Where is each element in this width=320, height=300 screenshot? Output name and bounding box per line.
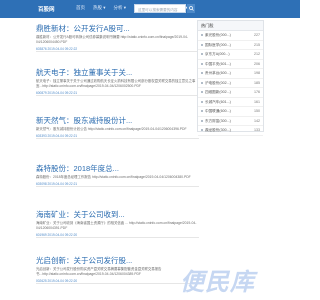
article-summary: 航天电子：独立董事关于关于公司通过收购航天长征火箭科技有限公司部分股权暨关联交易…	[36, 79, 196, 88]
list-item: 新天然气：股东减持股份计... 新天然气：股东减持股份计划公告 http://s…	[36, 116, 199, 139]
sidebar-stock-item[interactable]: 沪电股份(002...) 185	[198, 79, 263, 88]
stock-name: 鼎龙股份(300...)	[205, 128, 231, 133]
article-title[interactable]: 新天然气：股东减持股份计...	[36, 116, 199, 125]
article-title[interactable]: 光启创新：关于公司发行股...	[36, 256, 199, 265]
bullet-icon	[201, 43, 203, 46]
top-navbar: 百股网 首页 热股 ▾ 分析 ▾ 研报 ▾ 公告 ▾ 新闻 ▾ 这里可以搜索需要…	[0, 0, 300, 18]
article-summary: 新天然气：股东减持股份计划公告 http://static.cninfo.com…	[36, 127, 187, 131]
stock-count: 206	[254, 61, 260, 66]
article-meta: 601969 2019-04-04 09:22:20	[36, 232, 78, 237]
sidebar-stock-item[interactable]: 长城汽车(601...) 161	[198, 98, 263, 107]
bullet-icon	[201, 100, 203, 103]
stock-name: 四维图新(002...)	[205, 90, 231, 95]
list-item: 光启创新：关于公司发行股... 光启创新：关于公司发行股份购买资产暨关联交易摘要…	[36, 256, 199, 284]
article-summary: 光启创新：关于公司发行股份购买资产暨关联交易摘要募集配套资金暨关联交易报告书..…	[36, 267, 162, 276]
bullet-icon	[201, 119, 203, 122]
stock-count: 150	[254, 109, 260, 114]
bullet-icon	[201, 91, 203, 93]
stock-name: 东方财富(300...)	[205, 118, 231, 123]
list-item: 海南矿业：关于公司收到... 海南矿业：关于公司收到《海南省国土资源厅》的相关信…	[36, 210, 199, 238]
stock-name: 长城汽车(601...)	[205, 99, 231, 104]
sidebar-stock-item[interactable]: 中国联通(600...) 150	[198, 107, 263, 117]
panel-title: 热门股	[198, 21, 263, 31]
article-meta: 600879 2019-04-04 09:22:21	[36, 90, 78, 95]
article-title[interactable]: 森特股份：2018年度总...	[36, 164, 199, 173]
sidebar-stock-item[interactable]: 紫光股份(000...) 227	[198, 31, 263, 41]
stock-name: 京东方A(000...)	[205, 52, 230, 57]
search-input[interactable]: 这里可以搜索需要的内容	[134, 4, 186, 13]
list-item: 鼎胜新材：公开发行A股可... 鼎胜新材：公开发行A股可转换公司债券募集说明书摘…	[36, 24, 199, 52]
stock-count: 142	[254, 118, 260, 123]
stock-name: 中国联通(600...)	[205, 109, 231, 114]
stock-count: 161	[254, 99, 260, 104]
stock-name: 中国平安(601...)	[205, 61, 231, 66]
site-watermark: 便民库	[180, 269, 255, 296]
sidebar-stock-item[interactable]: 京东方A(000...) 212	[198, 50, 263, 60]
hot-stocks-panel: 热门股 紫光股份(000...) 227 国际医学(000...) 215 京东方A…	[197, 20, 264, 136]
article-summary: 鼎胜新材：公开发行A股可转换公司债券募集说明书摘要 http://static.…	[36, 35, 189, 44]
bullet-icon	[201, 129, 203, 131]
stock-count: 185	[254, 80, 260, 85]
site-logo[interactable]: 百股网	[38, 5, 55, 13]
search-button[interactable]	[187, 4, 195, 13]
list-item: 航天电子：独立董事关于关... 航天电子：独立董事关于关于公司通过收购航天长征火…	[36, 68, 199, 96]
sidebar-stock-item[interactable]: 四维图新(002...) 176	[198, 88, 263, 98]
stock-count: 227	[254, 33, 260, 38]
bullet-icon	[201, 72, 203, 74]
article-meta: 603098 2019-04-04 09:22:21	[36, 181, 78, 186]
article-meta: 002625 2019-04-04 09:22:20	[36, 278, 78, 283]
stock-count: 198	[254, 71, 260, 76]
search-icon	[188, 6, 194, 11]
stock-count: 133	[254, 128, 260, 133]
nav-item-analysis[interactable]: 分析 ▾	[114, 5, 127, 11]
stock-count: 215	[254, 42, 260, 47]
nav-item-home[interactable]: 首页	[76, 5, 85, 11]
sidebar-stock-item[interactable]: 国际医学(000...) 215	[198, 41, 263, 50]
sidebar-stock-item[interactable]: 贵州茅台(600...) 198	[198, 69, 263, 79]
sidebar-stock-item[interactable]: 中国平安(601...) 206	[198, 60, 263, 69]
article-summary: 森特股份：2018年度总经理工作报告 http://static.cninfo.…	[36, 175, 191, 179]
article-summary: 海南矿业：关于公司收到《海南省国土资源厅》的相关信函 ... http://st…	[36, 221, 197, 230]
stock-count: 176	[254, 90, 260, 95]
bullet-icon	[201, 81, 203, 84]
article-title[interactable]: 鼎胜新材：公开发行A股可...	[36, 24, 199, 33]
bullet-icon	[201, 110, 203, 112]
article-title[interactable]: 海南矿业：关于公司收到...	[36, 210, 199, 219]
bullet-icon	[201, 34, 203, 36]
sidebar-stock-item[interactable]: 鼎龙股份(300...) 133	[198, 126, 263, 136]
article-meta: 603876 2019-04-04 09:22:22	[36, 46, 78, 51]
stock-count: 212	[254, 52, 260, 57]
stock-name: 贵州茅台(600...)	[205, 71, 231, 76]
article-title[interactable]: 航天电子：独立董事关于关...	[36, 68, 199, 77]
stock-name: 国际医学(000...)	[205, 42, 231, 47]
sidebar-stock-item[interactable]: 东方财富(300...) 142	[198, 117, 263, 126]
bullet-icon	[201, 62, 203, 65]
stock-name: 沪电股份(002...)	[205, 80, 231, 85]
list-item: 森特股份：2018年度总... 森特股份：2018年度总经理工作报告 http:…	[36, 164, 199, 187]
bullet-icon	[201, 53, 203, 55]
nav-item-hot-stocks[interactable]: 热股 ▾	[93, 5, 106, 11]
stock-name: 紫光股份(000...)	[205, 33, 231, 38]
article-meta: 603393 2019-04-04 09:22:21	[36, 133, 78, 138]
